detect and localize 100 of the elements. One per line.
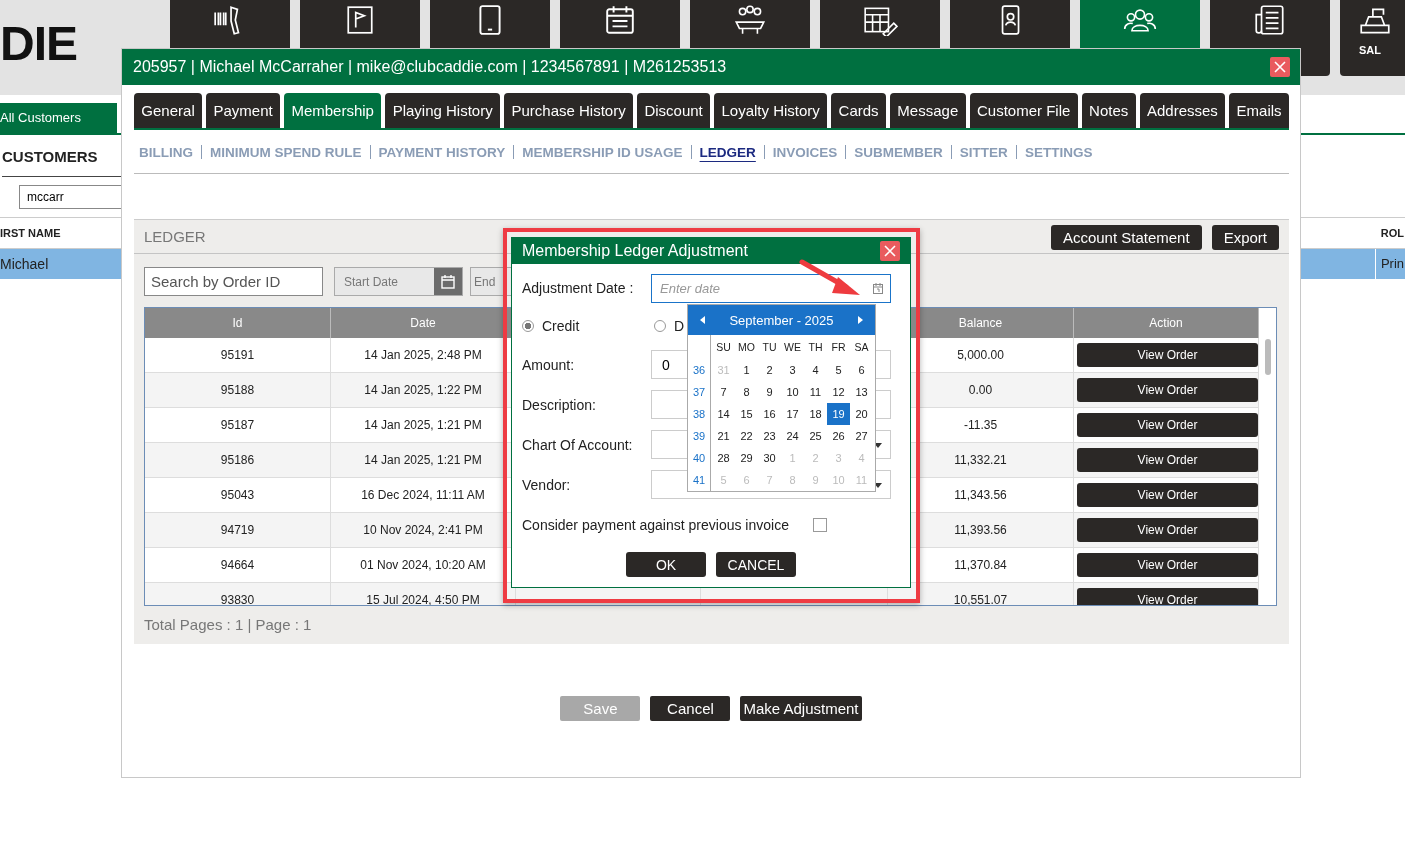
tab[interactable]: Purchase History (504, 93, 634, 128)
radio-option[interactable]: Credit (522, 318, 654, 334)
view-order-button[interactable]: View Order (1077, 378, 1258, 402)
table-cell: 95191 (145, 338, 331, 372)
tab[interactable]: Membership (284, 93, 382, 128)
search-field[interactable]: Search by Order ID (144, 267, 323, 296)
tab[interactable]: Emails (1229, 93, 1289, 128)
calendar-day[interactable]: 11 (804, 381, 827, 403)
date-field[interactable]: Start Date (334, 267, 463, 296)
calendar-day[interactable]: 19 (827, 403, 850, 425)
calendar-day[interactable]: 12 (827, 381, 850, 403)
modal-button[interactable]: CANCEL (716, 552, 796, 577)
nav-tile[interactable]: SAL (1340, 0, 1405, 76)
field-label: Adjustment Date : (522, 280, 635, 296)
modal-button[interactable]: OK (626, 552, 706, 577)
tab[interactable]: Notes (1081, 93, 1136, 128)
calendar-day[interactable]: 16 (758, 403, 781, 425)
column-header: ROL (1379, 227, 1405, 239)
table-cell: 95187 (145, 408, 331, 442)
customers-tab[interactable]: All Customers (0, 103, 117, 133)
tab[interactable]: Playing History (385, 93, 501, 128)
weekday-label: SU (715, 340, 732, 355)
action-button[interactable]: Account Statement (1050, 225, 1202, 250)
weekday-label: SA (853, 340, 870, 355)
view-order-button[interactable]: View Order (1077, 483, 1258, 507)
view-order-button[interactable]: View Order (1077, 518, 1258, 542)
tab[interactable]: Loyalty History (714, 93, 828, 128)
calendar-day[interactable]: 9 (758, 381, 781, 403)
view-order-button[interactable]: View Order (1077, 413, 1258, 437)
field-label: Chart Of Account: (522, 437, 634, 453)
footer-button[interactable]: Make Adjustment (740, 696, 862, 721)
view-order-button[interactable]: View Order (1077, 553, 1258, 577)
calendar-day[interactable]: 17 (781, 403, 804, 425)
calendar-day[interactable]: 8 (735, 381, 758, 403)
week-number: 36 (691, 363, 707, 378)
weekday-label: WE (783, 340, 802, 355)
action-button[interactable]: Export (1211, 225, 1279, 250)
calendar-day[interactable]: 18 (804, 403, 827, 425)
calendar-day[interactable]: 25 (804, 425, 827, 447)
view-order-button[interactable]: View Order (1077, 343, 1258, 367)
radio-option[interactable]: D (654, 318, 685, 334)
calendar-day[interactable]: 2 (758, 359, 781, 381)
table-cell: Michael (0, 256, 49, 272)
table-cell: 94719 (145, 513, 331, 547)
calendar-day[interactable]: 21 (712, 425, 735, 447)
tab[interactable]: Discount (637, 93, 711, 128)
calendar-day[interactable]: 26 (827, 425, 850, 447)
calendar-day[interactable]: 30 (758, 447, 781, 469)
calendar-day[interactable]: 27 (850, 425, 873, 447)
week-number: 39 (691, 429, 707, 444)
footer-button[interactable]: Cancel (650, 696, 731, 721)
tile-label: SAL (1359, 44, 1381, 56)
calendar-day[interactable]: 28 (712, 447, 735, 469)
calendar-day[interactable]: 3 (781, 359, 804, 381)
field-label: Amount: (522, 357, 576, 373)
calendar-day[interactable]: 14 (712, 403, 735, 425)
field-label: Description: (522, 397, 597, 413)
table-cell: 94664 (145, 548, 331, 582)
calendar-day[interactable]: 22 (735, 425, 758, 447)
weekday-label: FR (830, 340, 847, 355)
calendar-day[interactable]: 7 (712, 381, 735, 403)
calendar-day[interactable]: 20 (850, 403, 873, 425)
table-cell: 93830 (145, 583, 331, 605)
calendar-day[interactable]: 6 (850, 359, 873, 381)
view-order-button[interactable]: View Order (1077, 448, 1258, 472)
calendar-day[interactable]: 29 (735, 447, 758, 469)
week-number: 38 (691, 407, 707, 422)
week-number: 37 (691, 385, 707, 400)
dialog-title: 205957 | Michael McCarraher | mike@clubcaddie.com | 1234567891 | M261253513 (133, 58, 727, 76)
table-cell: 95188 (145, 373, 331, 407)
tab[interactable]: Message (890, 93, 966, 128)
tab[interactable]: Customer File (969, 93, 1078, 128)
table-cell: 95186 (145, 443, 331, 477)
pagination-text: Total Pages : 1 | Page : 1 (144, 616, 313, 633)
tab[interactable]: General (134, 93, 203, 128)
field-label: Vendor: (522, 477, 572, 493)
calendar-day[interactable]: 10 (781, 381, 804, 403)
calendar-day[interactable]: 24 (781, 425, 804, 447)
panel-title: LEDGER (144, 228, 206, 245)
calendar-day[interactable]: 1 (735, 359, 758, 381)
checkbox-label: Consider payment against previous invoice (522, 517, 790, 533)
month-title[interactable]: September - 2025 (729, 312, 834, 328)
calendar-day[interactable]: 23 (758, 425, 781, 447)
subtab-link[interactable]: LEDGER (699, 144, 756, 160)
table-cell: Prin (1374, 249, 1405, 279)
calendar-day[interactable]: 4 (804, 359, 827, 381)
weekday-label: TH (807, 340, 824, 355)
view-order-button[interactable]: View Order (1077, 588, 1258, 605)
tab[interactable]: Cards (831, 93, 886, 128)
calendar-day[interactable]: 13 (850, 381, 873, 403)
week-number: 40 (691, 451, 707, 466)
table-cell: 95043 (145, 478, 331, 512)
calendar-day[interactable]: 5 (827, 359, 850, 381)
tab[interactable]: Payment (206, 93, 281, 128)
modal-title: Membership Ledger Adjustment (522, 242, 748, 260)
week-number: 41 (691, 473, 707, 488)
column-header: IRST NAME (0, 227, 61, 239)
logo-text: DIE (0, 24, 77, 64)
calendar-day[interactable]: 15 (735, 403, 758, 425)
tab[interactable]: Addresses (1139, 93, 1226, 128)
